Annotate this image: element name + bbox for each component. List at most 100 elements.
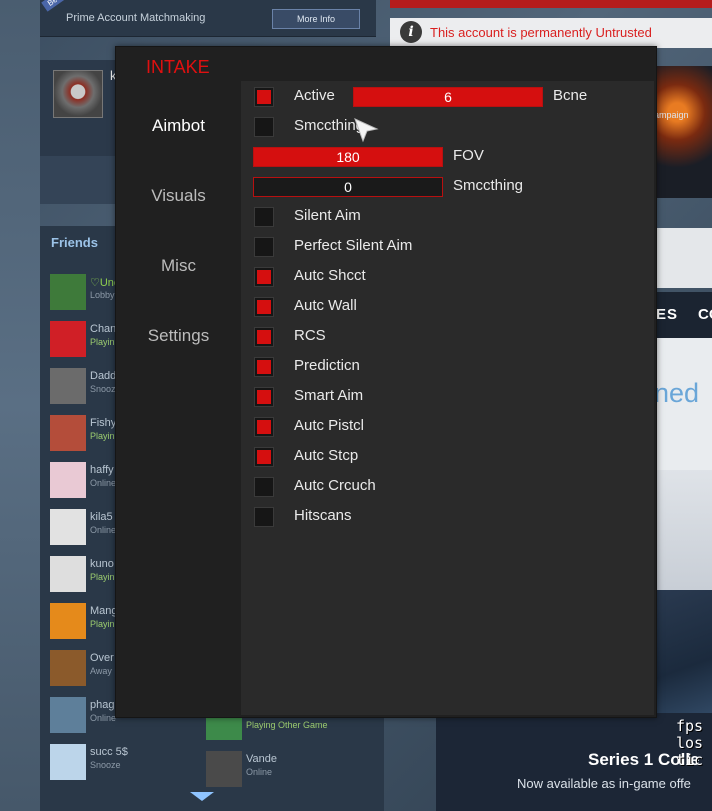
friend-status: Playing Other Game <box>246 720 328 730</box>
mouse-cursor-icon <box>354 118 379 143</box>
smoothing-slider-value: 0 <box>344 179 352 195</box>
friend-avatar <box>50 415 86 451</box>
friend-name: Over <box>90 652 114 664</box>
untrusted-warning-bar: i This account is permanently Untrusted <box>390 18 712 48</box>
friend-avatar <box>50 509 86 545</box>
friend-status: Online <box>90 525 117 535</box>
prime-matchmaking-bar: Beta Prime Account Matchmaking More Info <box>40 0 376 37</box>
friend-avatar <box>50 650 86 686</box>
friend-avatar <box>50 321 86 357</box>
friend-status: Playin <box>90 337 115 347</box>
case-art[interactable] <box>654 590 712 718</box>
option-label: RCS <box>294 327 326 344</box>
option-checkbox[interactable] <box>254 387 274 407</box>
friend-avatar <box>50 744 86 780</box>
prime-matchmaking-label: Prime Account Matchmaking <box>66 12 206 24</box>
tab-aimbot[interactable]: Aimbot <box>116 116 241 136</box>
option-checkbox[interactable] <box>254 327 274 347</box>
option-label: Smart Aim <box>294 387 364 404</box>
profile-avatar[interactable] <box>53 70 103 118</box>
friend-name: succ 5$ <box>90 746 128 758</box>
option-checkbox[interactable] <box>254 207 274 227</box>
friend-status: Playin <box>90 572 115 582</box>
option-checkbox[interactable] <box>254 417 274 437</box>
option-label: Predicticn <box>294 357 360 374</box>
cheat-menu-window[interactable]: INTAKE Aimbot Visuals Misc Settings Acti… <box>115 46 657 718</box>
friend-status: Snooze <box>90 760 121 770</box>
net-graph-overlay: fps los tic <box>676 717 704 769</box>
aimbot-settings-panel: Active 6 Bcne Smccthing 180 FOV 0 Smccth… <box>241 81 654 715</box>
friend-status: Snooz <box>90 384 116 394</box>
right-panel <box>654 228 712 288</box>
untrusted-warning-text: This account is permanently Untrusted <box>430 25 652 40</box>
fov-label: FOV <box>453 147 484 164</box>
friend-name: kila5 <box>90 511 113 523</box>
friend-avatar <box>50 603 86 639</box>
fov-slider[interactable]: 180 <box>253 147 443 167</box>
friend-status: Playin <box>90 431 115 441</box>
friend-name: Dadd <box>90 370 117 382</box>
option-label: Autc Pistcl <box>294 417 365 434</box>
friend-status: Lobby <box>90 290 115 300</box>
option-label: Autc Crcuch <box>294 477 376 494</box>
friend-status: Online <box>246 767 273 777</box>
friend-status: Online <box>90 713 117 723</box>
campaign-art[interactable] <box>654 66 712 198</box>
friend-status: Away <box>90 666 112 676</box>
friend-name: haffy <box>90 464 114 476</box>
friend-name: Chan <box>90 323 117 335</box>
friend-avatar <box>50 368 86 404</box>
friend-status: Online <box>90 478 117 488</box>
news-headline-fragment: ned <box>654 378 700 408</box>
rank-badges <box>654 470 712 590</box>
tab-settings[interactable]: Settings <box>116 326 241 346</box>
friend-avatar <box>50 697 86 733</box>
active-checkbox[interactable] <box>254 87 274 107</box>
friend-name: Fishy <box>90 417 117 429</box>
option-checkbox[interactable] <box>254 267 274 287</box>
option-label: Perfect Silent Aim <box>294 237 413 254</box>
series-subtitle: Now available as in-game offe <box>517 776 691 791</box>
option-checkbox[interactable] <box>254 357 274 377</box>
menu-title: INTAKE <box>146 57 210 77</box>
campaign-label: ampaign <box>654 110 689 120</box>
friends-title: Friends <box>51 235 98 250</box>
fov-slider-value: 180 <box>336 149 360 165</box>
chevron-down-icon[interactable] <box>190 792 214 801</box>
active-label: Active <box>294 87 335 104</box>
option-label: Silent Aim <box>294 207 361 224</box>
friend-avatar <box>50 274 86 310</box>
tab-misc[interactable]: Misc <box>116 256 241 276</box>
friend-avatar <box>206 751 242 787</box>
bone-slider-value: 6 <box>444 89 452 105</box>
friend-status: Playin <box>90 619 115 629</box>
friend-list-item[interactable]: Vande Online <box>206 749 356 789</box>
option-checkbox[interactable] <box>254 447 274 467</box>
left-edge-art <box>0 0 40 811</box>
untrusted-top-strip <box>390 0 712 8</box>
smoothing-checkbox[interactable] <box>254 117 274 137</box>
beta-badge: Beta <box>41 0 70 12</box>
bone-label: Bcne <box>553 87 588 104</box>
option-checkbox[interactable] <box>254 507 274 527</box>
friend-list-item[interactable]: succ 5$ Snooze <box>50 742 210 782</box>
option-checkbox[interactable] <box>254 237 274 257</box>
option-label: Hitscans <box>294 507 352 524</box>
info-icon: i <box>400 21 422 43</box>
friend-name: phag <box>90 699 115 711</box>
bone-slider[interactable]: 6 <box>353 87 543 107</box>
smoothing-slider[interactable]: 0 <box>253 177 443 197</box>
option-label: Autc Wall <box>294 297 357 314</box>
option-label: Autc Stcp <box>294 447 359 464</box>
nav-item[interactable]: CO <box>698 306 712 323</box>
more-info-button[interactable]: More Info <box>272 9 360 29</box>
friend-avatar <box>50 462 86 498</box>
option-checkbox[interactable] <box>254 477 274 497</box>
friend-name: Vande <box>246 753 277 765</box>
smoothing-slider-label: Smccthing <box>453 177 524 194</box>
friend-name: Mang <box>90 605 118 617</box>
option-label: Autc Shcct <box>294 267 366 284</box>
nav-item[interactable]: ES <box>656 306 678 323</box>
option-checkbox[interactable] <box>254 297 274 317</box>
tab-visuals[interactable]: Visuals <box>116 186 241 206</box>
